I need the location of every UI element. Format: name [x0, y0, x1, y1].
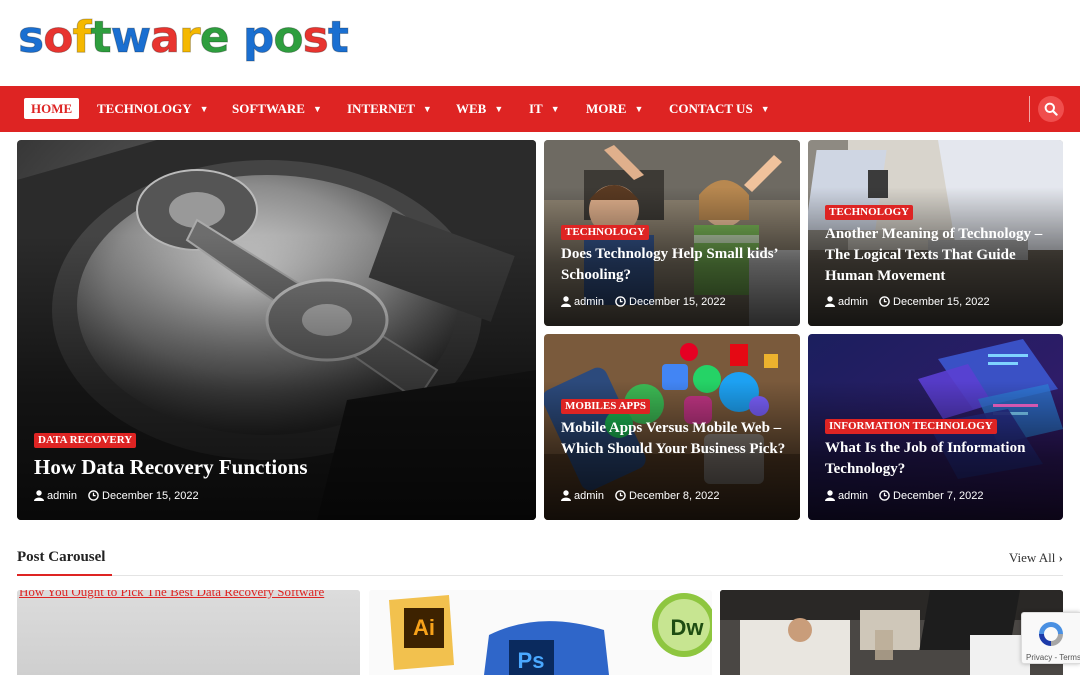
post-title[interactable]: Does Technology Help Small kids’ Schooli… [561, 244, 786, 286]
post-meta: admin December 7, 2022 [825, 489, 984, 503]
nav-divider [1029, 96, 1030, 122]
recaptcha-icon [1039, 622, 1063, 646]
section-accent [17, 574, 112, 576]
post-meta: admin December 8, 2022 [561, 489, 720, 503]
chevron-down-icon: ▼ [199, 104, 209, 114]
user-icon [825, 296, 835, 307]
carousel-item[interactable]: How You Ought to Pick The Best Data Reco… [17, 590, 360, 675]
nav-item-label: INTERNET [347, 101, 415, 116]
post-date[interactable]: December 7, 2022 [893, 490, 984, 502]
nav-item-contact-us[interactable]: CONTACT US ▼ [669, 86, 770, 132]
chevron-down-icon: ▼ [494, 104, 504, 114]
post-meta: admin December 15, 2022 [825, 295, 990, 309]
post-title[interactable]: Another Meaning of Technology – The Logi… [825, 224, 1057, 287]
category-badge[interactable]: TECHNOLOGY [561, 225, 650, 240]
clock-icon [88, 490, 99, 501]
user-icon [34, 490, 44, 501]
featured-post[interactable]: TECHNOLOGY Another Meaning of Technology… [808, 140, 1063, 326]
recaptcha-badge[interactable]: Privacy - Terms [1021, 612, 1080, 664]
main-navbar: HOME TECHNOLOGY ▼ SOFTWARE ▼ INTERNET ▼ WEB… [0, 86, 1080, 132]
nav-item-technology[interactable]: TECHNOLOGY ▼ [97, 86, 209, 132]
nav-item-label: WEB [456, 101, 487, 116]
section-divider [17, 575, 1063, 576]
chevron-down-icon: ▼ [422, 104, 432, 114]
post-author[interactable]: admin [574, 296, 604, 308]
nav-item-label: CONTACT US [669, 101, 753, 116]
view-all-label: View All [1008, 550, 1056, 565]
featured-post[interactable]: MOBILES APPS Mobile Apps Versus Mobile W… [544, 334, 800, 520]
post-date[interactable]: December 8, 2022 [629, 490, 720, 502]
site-header: software post [0, 0, 1080, 86]
nav-item-more[interactable]: MORE ▼ [586, 86, 643, 132]
nav-item-internet[interactable]: INTERNET ▼ [347, 86, 432, 132]
broken-image-link[interactable]: How You Ought to Pick The Best Data Reco… [19, 590, 324, 600]
post-date[interactable]: December 15, 2022 [893, 296, 990, 308]
post-image-adobe-icons: Ai Ps Dw [369, 590, 712, 675]
chevron-right-icon: › [1058, 550, 1063, 565]
nav-item-home[interactable]: HOME [24, 98, 80, 119]
post-author[interactable]: admin [574, 490, 604, 502]
category-badge[interactable]: INFORMATION TECHNOLOGY [825, 419, 997, 434]
category-badge[interactable]: TECHNOLOGY [825, 205, 914, 220]
nav-item-label: MORE [586, 101, 627, 116]
post-title[interactable]: Mobile Apps Versus Mobile Web – Which Sh… [561, 418, 786, 460]
clock-icon [615, 490, 626, 501]
nav-item-label: SOFTWARE [232, 101, 305, 116]
chevron-down-icon: ▼ [634, 104, 644, 114]
post-title[interactable]: What Is the Job of Information Technolog… [825, 438, 1057, 480]
section-title: Post Carousel [17, 549, 106, 565]
nav-item-software[interactable]: SOFTWARE ▼ [232, 86, 322, 132]
post-meta: admin December 15, 2022 [34, 489, 199, 503]
post-title[interactable]: How Data Recovery Functions [34, 454, 514, 480]
user-icon [561, 296, 571, 307]
nav-item-label: TECHNOLOGY [97, 101, 192, 116]
chevron-down-icon: ▼ [312, 104, 322, 114]
clock-icon [615, 296, 626, 307]
featured-post-large[interactable]: DATA RECOVERY How Data Recovery Function… [17, 140, 536, 520]
nav-item-label: IT [529, 101, 543, 116]
svg-text:Ai: Ai [413, 615, 435, 640]
nav-item-it[interactable]: IT ▼ [529, 86, 560, 132]
carousel-item[interactable] [720, 590, 1063, 675]
clock-icon [879, 296, 890, 307]
post-date[interactable]: December 15, 2022 [629, 296, 726, 308]
user-icon [825, 490, 835, 501]
category-badge[interactable]: MOBILES APPS [561, 399, 650, 414]
chevron-down-icon: ▼ [550, 104, 560, 114]
search-button[interactable] [1038, 96, 1064, 122]
post-date[interactable]: December 15, 2022 [102, 490, 199, 502]
svg-text:Dw: Dw [671, 615, 705, 640]
carousel-item[interactable]: Ai Ps Dw [369, 590, 712, 675]
category-badge[interactable]: DATA RECOVERY [34, 433, 137, 448]
post-image-meeting-desk [720, 590, 1063, 675]
post-author[interactable]: admin [47, 490, 77, 502]
nav-item-web[interactable]: WEB ▼ [456, 86, 503, 132]
clock-icon [879, 490, 890, 501]
user-icon [561, 490, 571, 501]
featured-post[interactable]: TECHNOLOGY Does Technology Help Small ki… [544, 140, 800, 326]
view-all-link[interactable]: View All › [1009, 550, 1063, 566]
featured-post[interactable]: INFORMATION TECHNOLOGY What Is the Job o… [808, 334, 1063, 520]
post-author[interactable]: admin [838, 490, 868, 502]
chevron-down-icon: ▼ [760, 104, 770, 114]
svg-text:Ps: Ps [518, 648, 545, 673]
site-logo[interactable]: software post [17, 12, 349, 64]
search-icon [1044, 102, 1058, 116]
post-meta: admin December 15, 2022 [561, 295, 726, 309]
post-author[interactable]: admin [838, 296, 868, 308]
recaptcha-links[interactable]: Privacy - Terms [1026, 653, 1080, 662]
